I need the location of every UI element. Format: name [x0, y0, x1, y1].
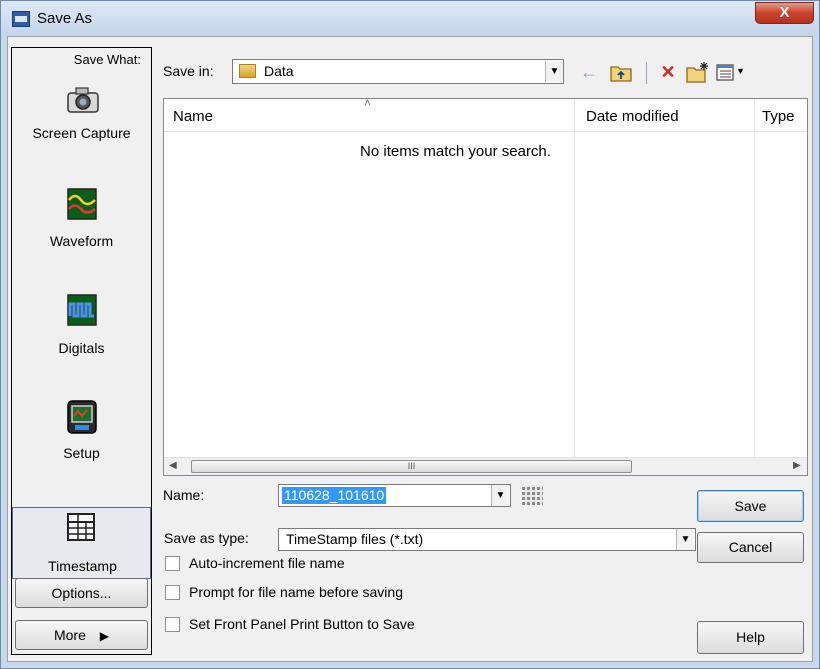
chevron-down-icon[interactable]: ▼: [491, 485, 509, 506]
app-icon: [12, 11, 30, 27]
file-list[interactable]: Name ˄ Date modified Type No items match…: [163, 96, 808, 476]
folder-icon: [239, 64, 256, 78]
save-button[interactable]: Save: [697, 490, 804, 522]
chevron-down-icon[interactable]: ▼: [676, 529, 694, 550]
views-icon: [716, 64, 734, 81]
name-label: Name:: [163, 487, 205, 503]
chevron-right-icon: ▶: [99, 629, 110, 643]
horizontal-scrollbar[interactable]: ◀ III ▶: [164, 457, 807, 475]
checkbox-label: Auto-increment file name: [189, 555, 345, 571]
column-divider[interactable]: [754, 99, 755, 457]
scrollbar-thumb[interactable]: III: [191, 460, 632, 473]
column-header-date-modified[interactable]: Date modified: [586, 108, 679, 125]
title-bar[interactable]: Save As X: [1, 1, 818, 36]
save-in-dropdown[interactable]: Data ▼: [232, 59, 564, 84]
category-setup[interactable]: Setup: [12, 398, 151, 473]
category-label: Screen Capture: [32, 125, 131, 141]
save-as-type-dropdown[interactable]: TimeStamp files (*.txt) ▼: [278, 528, 696, 551]
prompt-filename-checkbox[interactable]: Prompt for file name before saving: [165, 584, 465, 602]
up-folder-icon[interactable]: [610, 63, 632, 82]
help-button[interactable]: Help: [697, 621, 804, 654]
timestamp-icon: [67, 513, 95, 541]
checkbox-label: Prompt for file name before saving: [189, 584, 403, 600]
category-label: Digitals: [58, 340, 105, 356]
empty-list-message: No items match your search.: [360, 143, 551, 160]
window-title: Save As: [37, 10, 93, 27]
save-in-label: Save in:: [163, 63, 214, 79]
checkbox-box[interactable]: [165, 585, 180, 600]
checkbox-label: Set Front Panel Print Button to Save: [189, 616, 415, 632]
scroll-right-icon[interactable]: ▶: [793, 460, 801, 471]
save-as-type-value: TimeStamp files (*.txt): [286, 531, 424, 547]
category-waveform[interactable]: Waveform: [12, 186, 151, 261]
front-panel-print-checkbox[interactable]: Set Front Panel Print Button to Save: [165, 616, 475, 634]
chevron-down-icon[interactable]: ▼: [545, 61, 563, 82]
file-name-input[interactable]: 110628_101610 ▼: [278, 484, 511, 507]
toolbar-separator: [646, 62, 647, 84]
waveform-icon: [67, 188, 97, 220]
options-button[interactable]: Options...: [15, 578, 148, 608]
auto-increment-checkbox[interactable]: Auto-increment file name: [165, 555, 465, 573]
save-what-heading: Save What:: [73, 52, 141, 67]
keypad-icon[interactable]: [522, 485, 543, 505]
save-in-value: Data: [264, 63, 294, 79]
views-menu-button[interactable]: ▼: [716, 62, 746, 84]
category-digitals[interactable]: Digitals: [12, 292, 151, 367]
setup-icon: [67, 400, 97, 434]
category-label: Waveform: [49, 233, 114, 249]
close-button[interactable]: X: [755, 2, 814, 24]
list-header: Name ˄ Date modified Type: [164, 96, 807, 132]
digitals-icon: [67, 294, 97, 326]
checkbox-box[interactable]: [165, 556, 180, 571]
file-name-value: 110628_101610: [282, 487, 387, 504]
new-folder-icon[interactable]: [686, 61, 710, 83]
delete-icon[interactable]: ✕: [657, 61, 679, 83]
save-as-type-label: Save as type:: [164, 530, 249, 546]
category-label: Timestamp: [48, 558, 117, 574]
checkbox-box[interactable]: [165, 617, 180, 632]
column-header-type[interactable]: Type: [762, 108, 795, 125]
camera-icon: [67, 87, 99, 113]
category-screen-capture[interactable]: Screen Capture: [12, 80, 151, 155]
more-label: More: [53, 627, 86, 643]
category-timestamp[interactable]: Timestamp: [12, 507, 151, 579]
more-button[interactable]: More ▶: [15, 620, 148, 650]
column-header-name[interactable]: Name: [173, 108, 213, 125]
category-label: Setup: [63, 445, 100, 461]
chevron-down-icon: ▼: [736, 66, 745, 76]
scroll-left-icon[interactable]: ◀: [169, 460, 177, 471]
sort-ascending-icon: ˄: [364, 96, 372, 110]
back-icon[interactable]: ←: [580, 61, 598, 83]
cancel-button[interactable]: Cancel: [697, 532, 804, 563]
